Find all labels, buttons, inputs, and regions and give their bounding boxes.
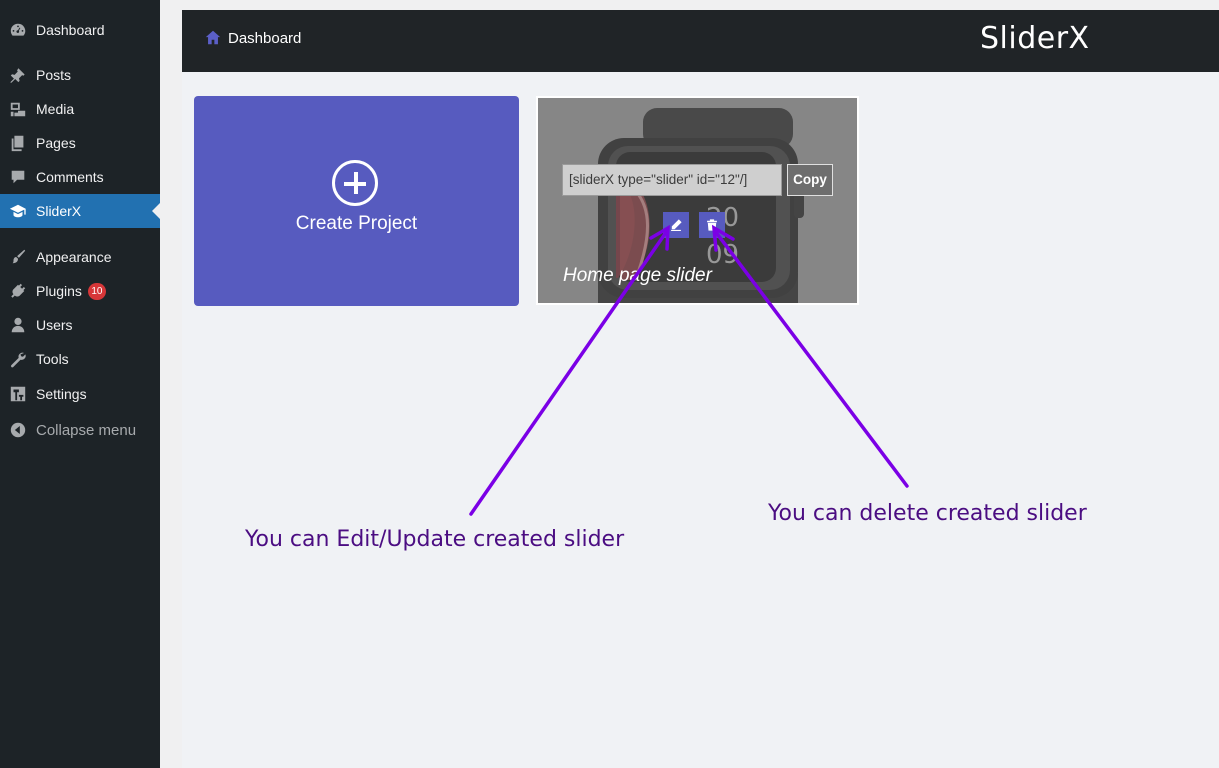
sidebar-item-label: Settings [36,386,87,402]
admin-sidebar: Dashboard Posts Media Pages Comments Sli… [0,0,160,768]
collapse-menu-button[interactable]: Collapse menu [0,413,160,447]
pages-icon [9,134,27,152]
comment-icon [9,168,27,186]
sidebar-item-users[interactable]: Users [0,308,160,342]
plugin-update-badge: 10 [87,282,106,300]
sidebar-item-label: Appearance [36,249,112,265]
sidebar-item-pages[interactable]: Pages [0,126,160,160]
collapse-icon [9,421,27,439]
sidebar-item-label: Posts [36,67,72,83]
dashboard-icon [9,21,27,39]
copy-shortcode-button[interactable]: Copy [787,164,833,196]
sidebar-item-plugins[interactable]: Plugins 10 [0,274,160,308]
plug-icon [9,282,27,300]
breadcrumb[interactable]: Dashboard [204,29,301,47]
sidebar-item-label: Plugins [36,283,82,299]
sidebar-item-label: Dashboard [36,22,105,38]
sidebar-item-label: SliderX [36,203,82,219]
sidebar-item-sliderx[interactable]: SliderX [0,194,160,228]
breadcrumb-label: Dashboard [228,29,302,47]
plus-circle-icon [332,160,378,206]
sidebar-item-label: Pages [36,135,76,151]
main-content: Dashboard SliderX Create Project 20 09 [182,10,1219,768]
delete-slider-button[interactable] [699,212,725,238]
edit-annotation-note: You can Edit/Update created slider [245,527,625,552]
create-project-card[interactable]: Create Project [194,96,519,306]
media-icon [9,100,27,118]
sidebar-item-appearance[interactable]: Appearance [0,240,160,274]
sidebar-item-comments[interactable]: Comments [0,160,160,194]
sidebar-item-label: Comments [36,169,104,185]
sidebar-item-tools[interactable]: Tools [0,342,160,376]
plugin-header: Dashboard SliderX [182,10,1219,72]
sidebar-item-label: Users [36,317,73,333]
slider-title: Home page slider [563,265,712,286]
sidebar-item-dashboard[interactable]: Dashboard [0,13,160,47]
settings-icon [9,385,27,403]
edit-slider-button[interactable] [663,212,689,238]
pin-icon [9,66,27,84]
trash-icon [707,219,717,231]
mortarboard-icon [9,202,27,220]
user-icon [9,316,27,334]
slider-card[interactable]: 20 09 [sliderX type="slider" id="12"/] C… [536,96,859,305]
sidebar-item-label: Media [36,101,75,117]
wrench-icon [9,350,27,368]
sidebar-item-media[interactable]: Media [0,92,160,126]
brush-icon [9,248,27,266]
sidebar-item-settings[interactable]: Settings [0,377,160,411]
home-icon [205,30,221,45]
plugin-logo: SliderX [980,21,1090,56]
create-project-label: Create Project [295,213,418,234]
delete-annotation-note: You can delete created slider [768,501,1087,526]
sidebar-item-label: Tools [36,351,69,367]
pencil-icon [671,219,682,231]
sidebar-item-label: Collapse menu [36,421,137,439]
shortcode-field[interactable]: [sliderX type="slider" id="12"/] [562,164,782,196]
sidebar-item-posts[interactable]: Posts [0,58,160,92]
